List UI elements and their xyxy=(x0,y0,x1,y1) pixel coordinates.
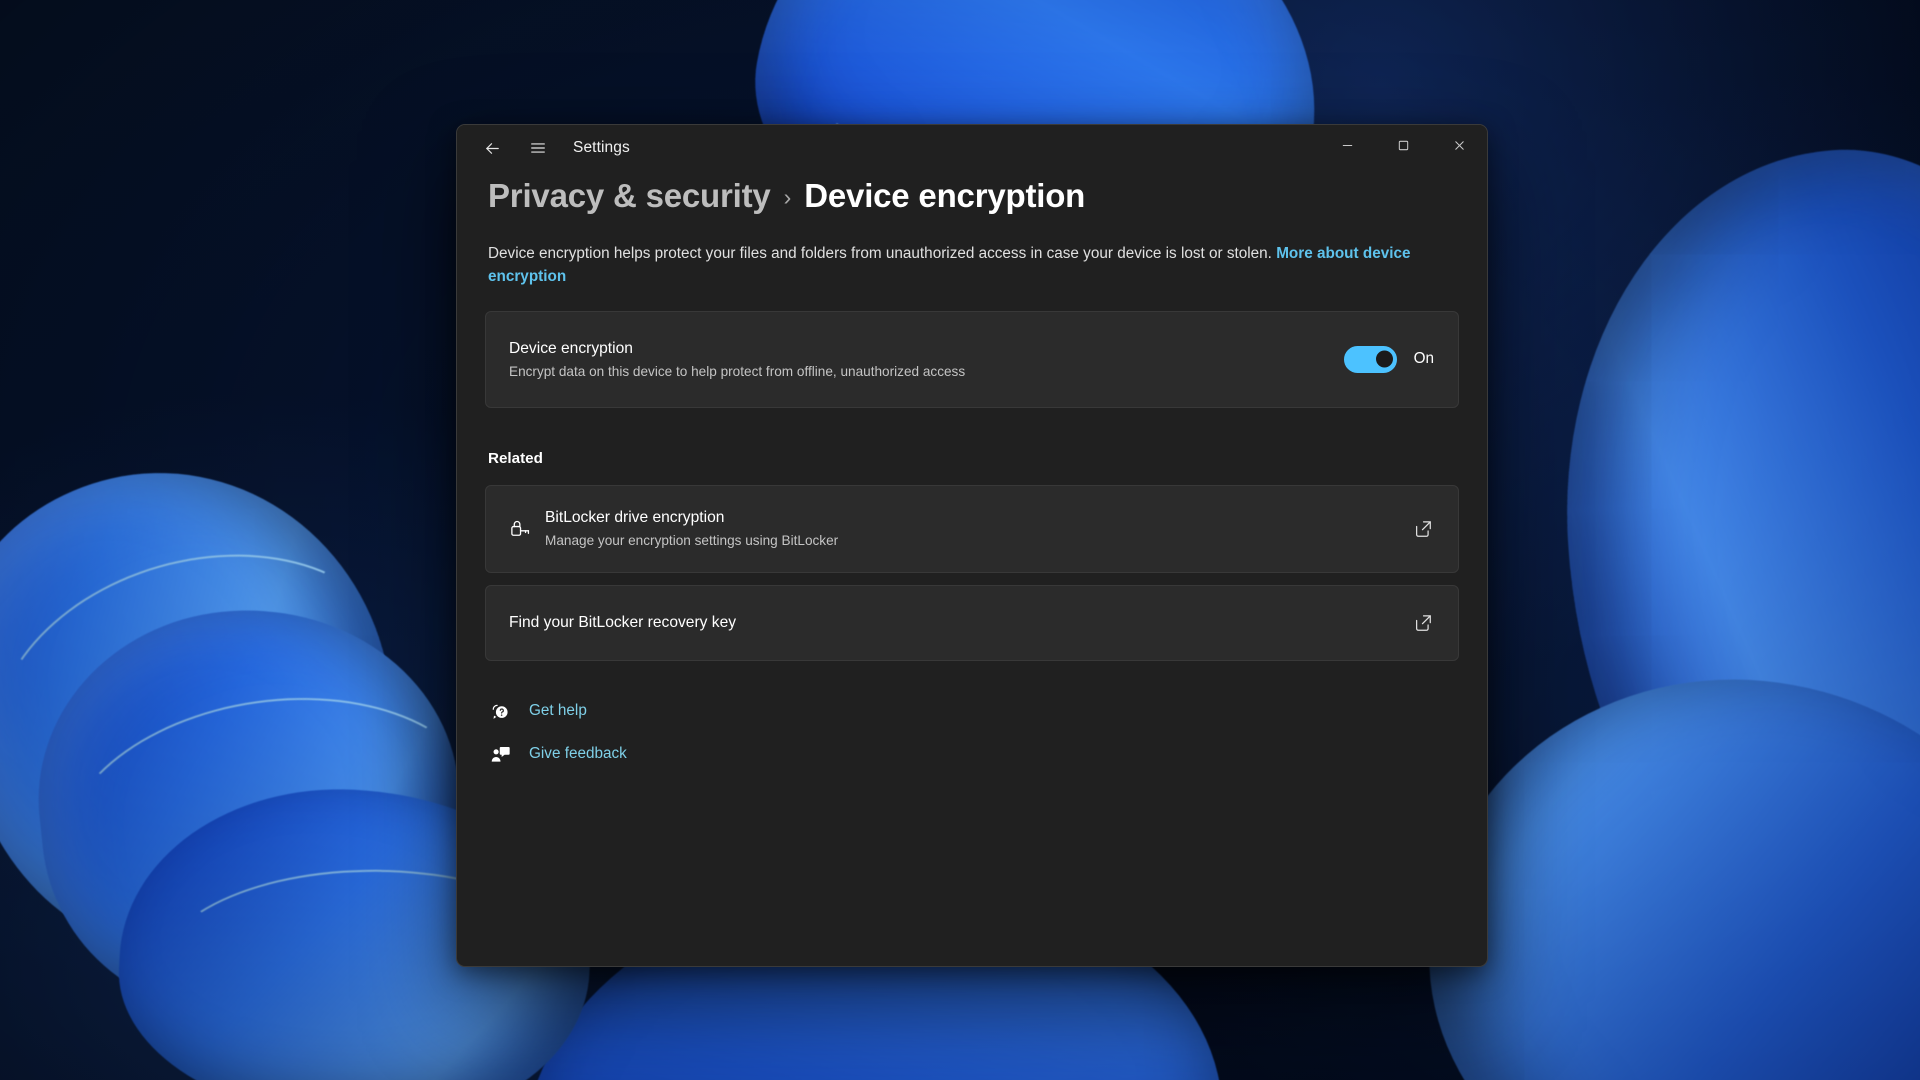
get-help-label: Get help xyxy=(529,702,587,719)
bitlocker-lock-icon xyxy=(511,520,530,536)
back-button[interactable] xyxy=(473,131,511,165)
help-question-icon-wrap xyxy=(490,701,511,722)
page-description-text: Device encryption helps protect your fil… xyxy=(488,245,1277,262)
device-encryption-toggle[interactable] xyxy=(1343,345,1397,373)
give-feedback-link[interactable]: Give feedback xyxy=(490,744,1459,765)
device-encryption-title: Device encryption xyxy=(509,339,633,357)
give-feedback-label: Give feedback xyxy=(529,745,627,762)
feedback-person-icon-wrap xyxy=(490,744,511,765)
device-encryption-toggle-group: On xyxy=(1343,345,1434,373)
bitlocker-title: BitLocker drive encryption xyxy=(545,509,725,526)
page-title: Device encryption xyxy=(804,177,1086,214)
settings-window: Settings Privacy & security › Device enc… xyxy=(456,124,1488,967)
app-title: Settings xyxy=(573,139,630,156)
bitlocker-subtitle: Manage your encryption settings using Bi… xyxy=(545,533,839,548)
minimize-button[interactable] xyxy=(1319,125,1375,165)
back-arrow-icon xyxy=(485,142,499,154)
breadcrumb: Privacy & security › Device encryption xyxy=(485,177,1459,215)
title-bar: Settings xyxy=(457,125,1487,171)
footer-links: Get help Give feedback xyxy=(485,701,1459,765)
toggle-knob xyxy=(1375,350,1393,368)
minimize-icon xyxy=(1342,144,1352,146)
close-icon xyxy=(1454,140,1464,150)
hamburger-menu-icon xyxy=(531,143,545,153)
breadcrumb-parent[interactable]: Privacy & security xyxy=(488,177,771,215)
close-button[interactable] xyxy=(1431,125,1487,165)
recovery-key-external-link-button[interactable] xyxy=(1410,610,1436,636)
device-encryption-card: Device encryption Encrypt data on this d… xyxy=(485,310,1459,408)
get-help-link[interactable]: Get help xyxy=(490,701,1459,722)
page-description: Device encryption helps protect your fil… xyxy=(485,242,1445,289)
chevron-right-icon: › xyxy=(783,184,792,210)
recovery-key-title: Find your BitLocker recovery key xyxy=(509,613,737,631)
related-section-heading: Related xyxy=(488,449,543,467)
device-encryption-texts: Device encryption Encrypt data on this d… xyxy=(509,340,965,379)
device-encryption-subtitle: Encrypt data on this device to help prot… xyxy=(509,363,966,379)
bitlocker-external-link-button[interactable] xyxy=(1410,516,1436,542)
settings-content: Privacy & security › Device encryption D… xyxy=(457,171,1487,966)
external-link-icon xyxy=(1416,520,1431,537)
navigation-menu-button[interactable] xyxy=(519,131,557,165)
desktop: Settings Privacy & security › Device enc… xyxy=(0,0,1920,1080)
device-encryption-toggle-state: On xyxy=(1413,350,1434,367)
bitlocker-drive-encryption-row[interactable]: BitLocker drive encryption Manage your e… xyxy=(485,484,1459,573)
bitlocker-lock-icon-wrap xyxy=(509,516,545,541)
maximize-icon xyxy=(1398,140,1408,150)
window-controls xyxy=(1319,125,1487,171)
feedback-person-icon xyxy=(491,746,510,762)
maximize-button[interactable] xyxy=(1375,125,1431,165)
help-question-icon xyxy=(492,704,508,719)
external-link-icon xyxy=(1416,614,1431,631)
find-recovery-key-row[interactable]: Find your BitLocker recovery key xyxy=(485,584,1459,661)
bitlocker-texts: BitLocker drive encryption Manage your e… xyxy=(545,509,838,548)
